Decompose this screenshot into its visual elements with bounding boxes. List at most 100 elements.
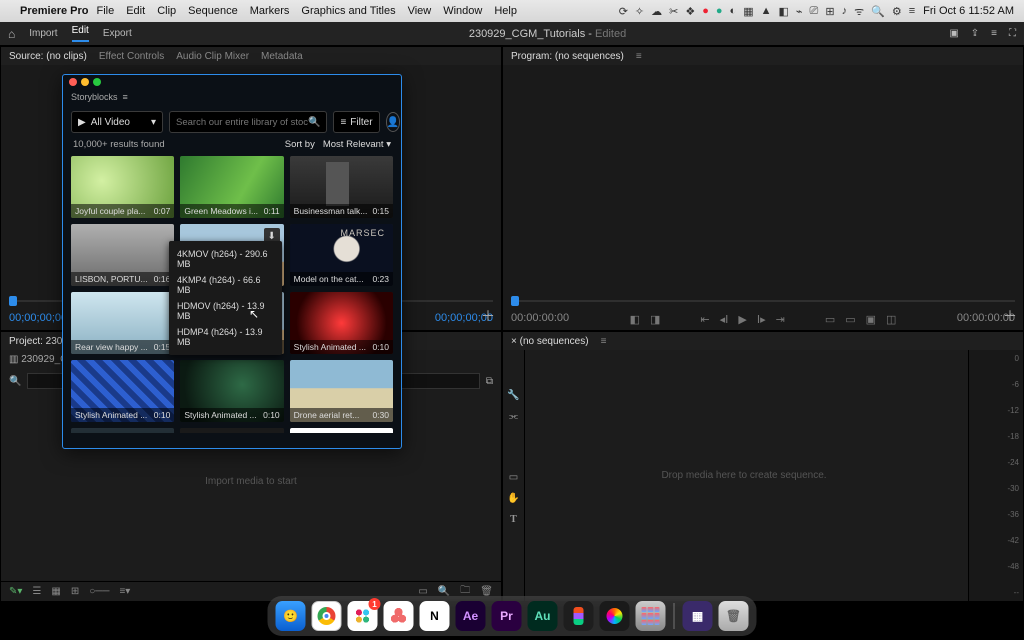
macos-dock: 🙂 N Ae Pr Au ▦ 🗑 — [268, 596, 757, 636]
share-icon[interactable]: ⇪ — [971, 28, 979, 39]
app-menus: File Edit Clip Sequence Markers Graphics and … — [96, 5, 517, 17]
settings-wrench-icon[interactable]: 🔧 — [507, 390, 519, 401]
minimize-icon[interactable] — [81, 78, 89, 86]
play-icon[interactable]: ▶ — [738, 313, 746, 326]
step-fwd-icon[interactable]: Ⅰ▸ — [757, 313, 766, 326]
dock-resolve[interactable] — [600, 601, 630, 631]
icon-view-icon[interactable]: ▦ — [51, 586, 60, 597]
dock-after-effects[interactable]: Ae — [456, 601, 486, 631]
workspace-menu-icon[interactable]: ≡ — [991, 28, 997, 39]
comparison-view-icon[interactable]: ◫ — [886, 313, 896, 326]
dock-launchpad[interactable] — [636, 601, 666, 631]
clip-thumbnail[interactable]: Stylish Animated ...0:10 — [290, 292, 393, 354]
mark-in-icon[interactable]: ◧ — [630, 313, 640, 326]
list-view-icon[interactable]: ☰ — [32, 586, 41, 597]
menu-window[interactable]: Window — [443, 5, 482, 17]
workspace-edit[interactable]: Edit — [72, 25, 89, 42]
workspace-export[interactable]: Export — [103, 28, 132, 39]
dock-screenshot[interactable]: ▦ — [683, 601, 713, 631]
zoom-icon[interactable] — [93, 78, 101, 86]
dock-asana[interactable] — [384, 601, 414, 631]
clip-thumbnail[interactable]: Businessman talk...0:15 — [290, 156, 393, 218]
workspace-import[interactable]: Import — [29, 28, 57, 39]
sort-icon[interactable]: ≡▾ — [119, 586, 130, 597]
source-add-button[interactable]: ＋ — [481, 306, 495, 326]
menu-graphics-and-titles[interactable]: Graphics and Titles — [301, 5, 395, 17]
program-tab[interactable]: Program: (no sequences) — [511, 51, 624, 62]
storyblocks-tab[interactable]: Storyblocks — [71, 92, 118, 102]
menu-file[interactable]: File — [96, 5, 114, 17]
freeform-view-icon[interactable]: ⊞ — [71, 586, 79, 597]
step-back-icon[interactable]: ◂Ⅰ — [720, 313, 729, 326]
clip-thumbnail[interactable]: Rear view happy ...0:15 — [71, 292, 174, 354]
clip-thumbnail[interactable]: Green Meadows i...0:11 — [180, 156, 283, 218]
program-menu-icon[interactable]: ≡ — [636, 51, 642, 62]
clip-duration: 0:30 — [372, 410, 389, 420]
zoom-slider[interactable]: ○── — [89, 586, 109, 597]
clip-thumbnail[interactable] — [180, 428, 283, 433]
timeline-menu-icon[interactable]: ≡ — [601, 336, 607, 347]
menu-clip[interactable]: Clip — [157, 5, 176, 17]
source-tab[interactable]: Source: (no clips) — [9, 51, 87, 62]
dock-slack[interactable] — [348, 601, 378, 631]
clip-thumbnail[interactable]: Model on the cat...0:23 — [290, 224, 393, 286]
app-name[interactable]: Premiere Pro — [20, 5, 88, 17]
menu-edit[interactable]: Edit — [126, 5, 145, 17]
dock-figma[interactable] — [564, 601, 594, 631]
menu-sequence[interactable]: Sequence — [188, 5, 238, 17]
account-avatar[interactable]: 👤 — [386, 112, 400, 132]
search-icon[interactable]: 🔍 — [308, 117, 320, 128]
download-option[interactable]: 4KMP4 (h264) - 66.6 MB — [169, 272, 282, 298]
fullscreen-icon[interactable]: ⛶ — [1009, 28, 1016, 39]
extract-icon[interactable]: ▭ — [845, 313, 855, 326]
clip-thumbnail[interactable]: Stylish Animated ...0:10 — [180, 360, 283, 422]
metadata-tab[interactable]: Metadata — [261, 51, 303, 62]
clip-thumbnail[interactable]: Joyful couple pla...0:07 — [71, 156, 174, 218]
new-item-icon[interactable]: ✎▾ — [9, 586, 22, 597]
clip-thumbnail[interactable]: LISBON, PORTU...0:16 — [71, 224, 174, 286]
download-option[interactable]: HDMOV (h264) - 13.9 MB — [169, 298, 282, 324]
clip-thumbnail[interactable] — [71, 428, 174, 433]
lift-icon[interactable]: ▭ — [825, 313, 835, 326]
audio-clip-mixer-tab[interactable]: Audio Clip Mixer — [176, 51, 249, 62]
menu-markers[interactable]: Markers — [250, 5, 290, 17]
clip-title: LISBON, PORTU... — [75, 274, 148, 284]
timeline-tab[interactable]: × (no sequences) — [511, 336, 589, 347]
storyblocks-titlebar[interactable] — [63, 75, 401, 89]
media-type-dropdown[interactable]: ▶ All Video ▾ — [71, 111, 163, 133]
snap-icon[interactable]: ⫘ — [509, 411, 518, 422]
close-icon[interactable] — [69, 78, 77, 86]
dock-chrome[interactable] — [312, 601, 342, 631]
dock-notion[interactable]: N — [420, 601, 450, 631]
storyblocks-search-input[interactable] — [176, 117, 308, 128]
filter-button[interactable]: ≡ Filter — [333, 111, 379, 133]
storyblocks-search[interactable]: 🔍 — [169, 111, 327, 133]
menu-help[interactable]: Help — [494, 5, 517, 17]
type-tool-icon[interactable]: T — [510, 514, 517, 525]
dock-trash[interactable]: 🗑 — [719, 601, 749, 631]
download-option[interactable]: 4KMOV (h264) - 290.6 MB — [169, 246, 282, 272]
clip-thumbnail[interactable]: iption option thaChatGPT ho — [290, 428, 393, 433]
dock-audition[interactable]: Au — [528, 601, 558, 631]
filter-icon[interactable]: ⧉ — [486, 376, 493, 387]
export-frame-icon[interactable]: ▣ — [866, 313, 876, 326]
go-to-out-icon[interactable]: ⇥ — [776, 313, 785, 326]
hand-tool-icon[interactable]: ✋ — [507, 493, 519, 504]
mark-out-icon[interactable]: ◨ — [650, 313, 660, 326]
go-to-in-icon[interactable]: ⇤ — [700, 313, 709, 326]
clip-thumbnail[interactable]: Stylish Animated ...0:10 — [71, 360, 174, 422]
download-option[interactable]: HDMP4 (h264) - 13.9 MB — [169, 324, 282, 350]
clip-thumbnail[interactable]: Drone aerial ret...0:30 — [290, 360, 393, 422]
program-add-button[interactable]: ＋ — [1003, 306, 1017, 326]
user-icon: 👤 — [387, 117, 399, 128]
selection-tool-icon[interactable]: ▭ — [509, 472, 518, 483]
chevron-down-icon: ▾ — [151, 117, 156, 128]
dock-premiere[interactable]: Pr — [492, 601, 522, 631]
home-button[interactable]: ⌂ — [8, 27, 15, 41]
program-scrubber[interactable] — [511, 300, 1015, 302]
effect-controls-tab[interactable]: Effect Controls — [99, 51, 164, 62]
sort-dropdown[interactable]: Most Relevant ▾ — [323, 139, 391, 150]
dock-finder[interactable]: 🙂 — [276, 601, 306, 631]
menu-view[interactable]: View — [408, 5, 432, 17]
quick-export-icon[interactable]: ▣ — [949, 28, 958, 39]
